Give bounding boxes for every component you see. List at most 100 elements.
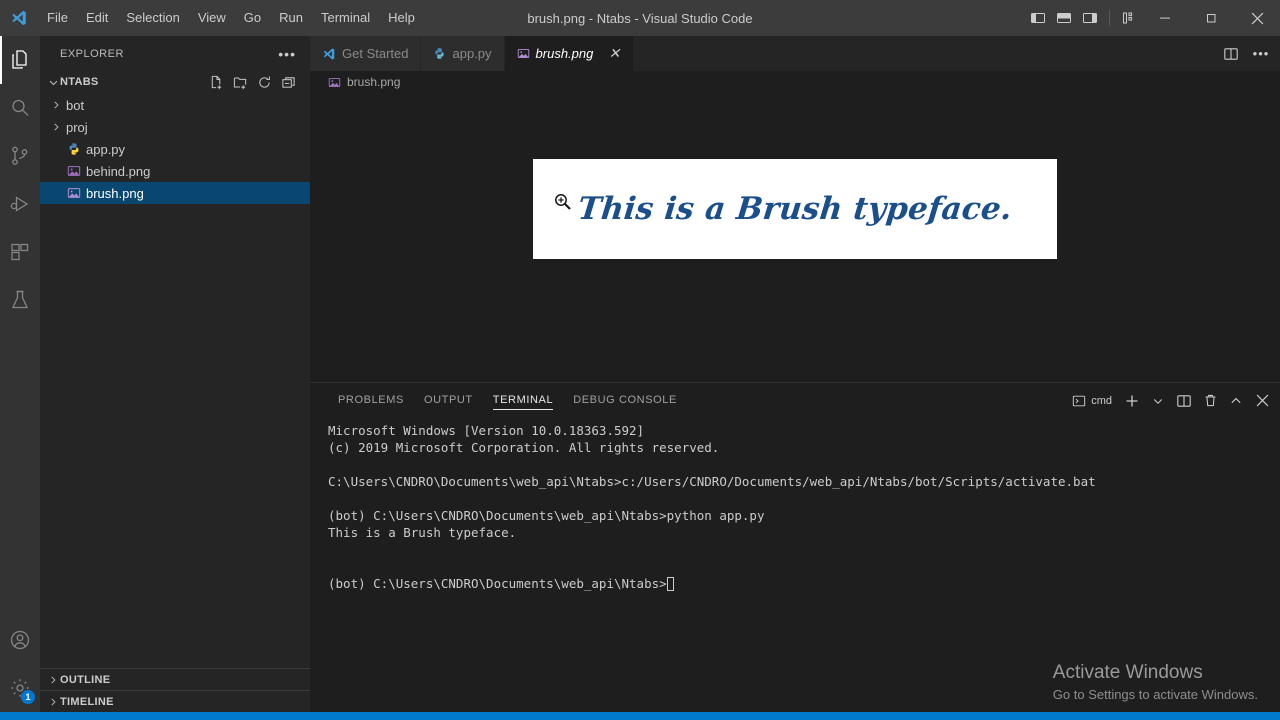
new-file-icon[interactable] <box>206 72 226 92</box>
tree-label: bot <box>66 97 85 113</box>
tree-row-brush-png[interactable]: brush.png <box>40 182 310 204</box>
bottom-panel: PROBLEMS OUTPUT TERMINAL DEBUG CONSOLE c… <box>310 382 1280 712</box>
menu-terminal[interactable]: Terminal <box>312 0 379 36</box>
terminal-output[interactable]: Microsoft Windows [Version 10.0.18363.59… <box>310 418 1280 712</box>
tree-row-app-py[interactable]: app.py <box>40 138 310 160</box>
image-preview-editor[interactable]: This is a Brush typeface. <box>310 93 1280 382</box>
split-terminal-icon[interactable] <box>1174 390 1194 412</box>
breadcrumb-label[interactable]: brush.png <box>347 75 400 89</box>
activitybar-accounts[interactable] <box>0 616 40 664</box>
panel-tab-terminal[interactable]: TERMINAL <box>483 383 563 418</box>
close-button[interactable] <box>1234 0 1280 36</box>
menu-view[interactable]: View <box>189 0 235 36</box>
chevron-right-icon <box>48 100 64 110</box>
toggle-panel-icon[interactable] <box>1051 0 1077 36</box>
tab-label: Get Started <box>342 46 409 61</box>
menu-edit[interactable]: Edit <box>77 0 117 36</box>
activitybar-testing[interactable] <box>0 276 40 324</box>
toggle-primary-sidebar-icon[interactable] <box>1025 0 1051 36</box>
chevron-right-icon <box>48 122 64 132</box>
activitybar-explorer[interactable] <box>0 36 40 84</box>
tab-get-started[interactable]: Get Started <box>310 36 422 71</box>
collapse-folders-icon[interactable] <box>278 72 298 92</box>
customize-layout-icon[interactable] <box>1116 0 1142 36</box>
activitybar-source-control[interactable] <box>0 132 40 180</box>
panel-tab-debug-console[interactable]: DEBUG CONSOLE <box>563 383 687 418</box>
terminal-line: Microsoft Windows [Version 10.0.18363.59… <box>328 423 645 438</box>
activitybar-settings[interactable]: 1 <box>0 664 40 712</box>
tab-label: brush.png <box>535 46 594 61</box>
panel-tab-problems[interactable]: PROBLEMS <box>328 383 414 418</box>
vscode-window: File Edit Selection View Go Run Terminal… <box>0 0 1280 720</box>
terminal-prompt: (bot) C:\Users\CNDRO\Documents\web_api\N… <box>328 576 667 591</box>
breadcrumb: brush.png <box>310 71 1280 93</box>
sidebar-section-outline[interactable]: OUTLINE <box>40 668 310 690</box>
tree-label: brush.png <box>86 185 144 201</box>
image-file-icon <box>328 76 341 89</box>
tree-label: behind.png <box>86 163 151 179</box>
activitybar-search[interactable] <box>0 84 40 132</box>
chevron-down-icon <box>46 77 60 88</box>
tree-label: app.py <box>86 141 126 157</box>
terminal-selector[interactable]: cmd <box>1068 393 1116 409</box>
activitybar-spacer <box>0 324 40 616</box>
explorer-sidebar: EXPLORER ••• NTABS bot proj app.py behin… <box>40 36 310 712</box>
tab-app-py[interactable]: app.py <box>421 36 505 71</box>
new-terminal-icon[interactable] <box>1122 390 1142 412</box>
image-canvas[interactable]: This is a Brush typeface. <box>533 158 1057 259</box>
panel-tab-output[interactable]: OUTPUT <box>414 383 483 418</box>
image-file-icon <box>517 47 530 60</box>
minimize-button[interactable] <box>1142 0 1188 36</box>
menu-selection[interactable]: Selection <box>117 0 188 36</box>
tab-brush-png[interactable]: brush.png ✕ <box>504 36 635 71</box>
tree-row-behind-png[interactable]: behind.png <box>40 160 310 182</box>
toolbar-separator <box>1109 10 1110 26</box>
activity-bar: 1 <box>0 36 40 712</box>
toggle-secondary-sidebar-icon[interactable] <box>1077 0 1103 36</box>
refresh-explorer-icon[interactable] <box>254 72 274 92</box>
tree-row-bot[interactable]: bot <box>40 94 310 116</box>
tree-row-proj[interactable]: proj <box>40 116 310 138</box>
close-panel-icon[interactable] <box>1252 390 1272 412</box>
maximize-panel-icon[interactable] <box>1226 390 1246 412</box>
sidebar-header: EXPLORER ••• <box>40 36 310 71</box>
editor-more-actions-icon[interactable]: ••• <box>1250 39 1272 69</box>
terminal-cmd-icon <box>1072 394 1086 408</box>
menu-file[interactable]: File <box>38 0 77 36</box>
file-tree: bot proj app.py behind.png brush.png <box>40 93 310 668</box>
zoom-in-cursor-icon <box>553 192 573 212</box>
folder-section-header[interactable]: NTABS <box>40 71 310 93</box>
activitybar-extensions[interactable] <box>0 228 40 276</box>
menu-bar: File Edit Selection View Go Run Terminal… <box>38 0 424 36</box>
image-file-icon <box>64 164 84 178</box>
panel-header: PROBLEMS OUTPUT TERMINAL DEBUG CONSOLE c… <box>310 383 1280 418</box>
status-bar[interactable] <box>0 712 1280 720</box>
terminal-dropdown-icon[interactable] <box>1148 390 1168 412</box>
menu-go[interactable]: Go <box>235 0 270 36</box>
close-tab-icon[interactable]: ✕ <box>607 45 621 62</box>
editor-actions: ••• <box>1220 36 1280 71</box>
menu-help[interactable]: Help <box>379 0 424 36</box>
terminal-selector-label: cmd <box>1091 394 1112 407</box>
new-folder-icon[interactable] <box>230 72 250 92</box>
settings-badge: 1 <box>21 690 35 704</box>
image-text-content: This is a Brush typeface. <box>576 190 1014 227</box>
window-controls <box>1025 0 1280 36</box>
terminal-line: C:\Users\CNDRO\Documents\web_api\Ntabs>c… <box>328 474 1096 489</box>
section-label: TIMELINE <box>60 695 114 708</box>
chevron-right-icon <box>46 697 60 707</box>
activitybar-run-debug[interactable] <box>0 180 40 228</box>
menu-run[interactable]: Run <box>270 0 312 36</box>
panel-actions: cmd <box>1068 390 1272 412</box>
maximize-button[interactable] <box>1188 0 1234 36</box>
kill-terminal-icon[interactable] <box>1200 390 1220 412</box>
tab-label: app.py <box>452 46 492 61</box>
sidebar-section-timeline[interactable]: TIMELINE <box>40 690 310 712</box>
split-editor-icon[interactable] <box>1220 39 1242 69</box>
terminal-line: This is a Brush typeface. <box>328 525 517 540</box>
explorer-more-actions-icon[interactable]: ••• <box>272 46 302 62</box>
title-bar: File Edit Selection View Go Run Terminal… <box>0 0 1280 36</box>
